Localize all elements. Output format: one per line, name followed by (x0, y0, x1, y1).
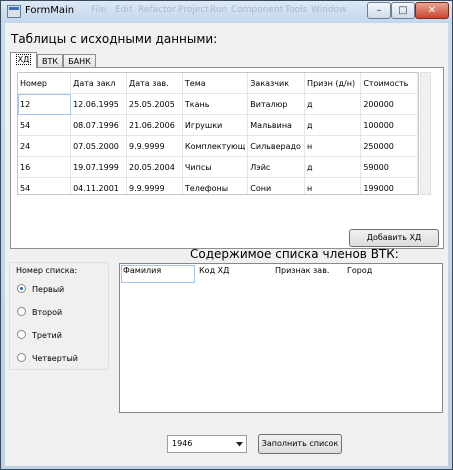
minimize-button[interactable]: – (367, 2, 391, 19)
table-cell[interactable]: 04.11.2001 (70, 177, 127, 194)
table-cell[interactable]: 08.07.1996 (70, 114, 127, 136)
table-cell[interactable]: 54 (18, 177, 72, 194)
table-cell[interactable]: 199000 (360, 177, 418, 194)
table-cell[interactable]: 20.05.2004 (126, 156, 183, 178)
table-cell[interactable]: 16 (18, 156, 72, 178)
window-title: FormMain (25, 5, 75, 16)
tab-bank[interactable]: БАНК (63, 54, 96, 68)
column-header[interactable]: Дата зав. (126, 73, 183, 94)
fill-list-button[interactable]: Заполнить список (258, 434, 342, 454)
minimize-icon: – (376, 5, 382, 16)
table-cell[interactable]: д (304, 114, 362, 136)
members-list-heading: Содержимое списка членов ВТК: (190, 247, 399, 261)
tab-bank-label: БАНК (68, 57, 91, 66)
tab-vtk-label: ВТК (41, 57, 59, 66)
radio-label: Первый (32, 285, 65, 294)
table-cell[interactable]: 59000 (360, 156, 418, 178)
source-tables-heading: Таблицы с исходными данными: (11, 32, 218, 46)
radio-circle-selected (17, 284, 26, 293)
radio-label: Третий (32, 331, 62, 340)
table-cell[interactable]: Телефоны (182, 177, 249, 194)
table-cell[interactable]: Игрушки (182, 114, 249, 136)
table-cell[interactable]: Сони (247, 177, 306, 194)
table-cell[interactable]: н (304, 177, 362, 194)
main-window: FormMain File Edit Refactor Project Run … (0, 0, 453, 470)
column-header-finish-flag[interactable]: Признак зав. (275, 266, 329, 275)
table-cell[interactable]: н (304, 135, 362, 157)
tab-vtk[interactable]: ВТК (37, 54, 63, 68)
tab-hd-label: ХД (15, 54, 32, 65)
radio-label: Второй (32, 308, 63, 317)
table-row[interactable]: 24 07.05.2000 9.9.9999 Комплектующ Сильв… (18, 135, 418, 157)
table-cell[interactable]: д (304, 93, 362, 115)
table-row[interactable]: 54 08.07.1996 21.06.2006 Игрушки Мальвин… (18, 114, 418, 136)
column-header[interactable]: Призн (д/н) (304, 73, 362, 94)
table-cell[interactable]: Ткань (182, 93, 249, 115)
radio-circle (17, 330, 26, 339)
column-header[interactable]: Тема (182, 73, 249, 94)
table-cell[interactable]: 24 (18, 135, 72, 157)
form-app-icon[interactable] (7, 5, 21, 18)
table-cell[interactable]: 19.07.1999 (70, 156, 127, 178)
ghost-menu-item: Refactor (138, 5, 176, 15)
maximize-button[interactable]: □ (391, 2, 415, 19)
add-hd-button[interactable]: Добавить ХД (349, 229, 439, 247)
table-cell[interactable]: Мальвина (247, 114, 306, 136)
ghost-menu-item: Tools (285, 5, 308, 15)
ghost-menu-item: File (91, 5, 107, 15)
radio-circle (17, 307, 26, 316)
form-client-area: Таблицы с исходными данными: ХД ВТК БАНК… (5, 23, 448, 466)
column-header[interactable]: Стоимость (360, 73, 418, 94)
table-cell[interactable]: д (304, 156, 362, 178)
hd-data-grid[interactable]: Номер Дата закл Дата зав. Тема Заказчик … (17, 72, 419, 195)
table-cell[interactable]: 100000 (360, 114, 418, 136)
table-cell[interactable]: 25.05.2005 (126, 93, 183, 115)
table-header-row: Номер Дата закл Дата зав. Тема Заказчик … (18, 73, 418, 94)
table-cell[interactable]: 12.06.1995 (70, 93, 127, 115)
grid-vertical-scrollbar[interactable] (420, 72, 431, 195)
ghost-menu-item: Project (178, 5, 209, 15)
table-cell[interactable]: 21.06.2006 (126, 114, 183, 136)
column-header[interactable]: Дата закл (70, 73, 127, 94)
ghost-menu-item: Window (311, 5, 347, 15)
column-header-surname[interactable]: Фамилия (123, 266, 161, 275)
ghost-menu-item: Edit (115, 5, 133, 15)
table-cell[interactable]: Сильверадо (247, 135, 306, 157)
table-row[interactable]: 16 19.07.1999 20.05.2004 Чипсы Лэйс д 59… (18, 156, 418, 178)
table-cell[interactable]: Чипсы (182, 156, 249, 178)
ghost-menu-item: Run (210, 5, 228, 15)
maximize-icon: □ (398, 5, 408, 16)
table-cell[interactable]: 9.9.9999 (126, 135, 183, 157)
table-cell[interactable]: 54 (18, 114, 72, 136)
list-number-label: Номер списка: (14, 266, 80, 275)
tab-panel-hd: Номер Дата закл Дата зав. Тема Заказчик … (10, 67, 444, 249)
close-icon: ✕ (427, 5, 437, 16)
table-row[interactable]: 12 12.06.1995 25.05.2005 Ткань Виталюр д… (18, 93, 418, 115)
table-cell[interactable]: 07.05.2000 (70, 135, 127, 157)
column-header-hd-code[interactable]: Код ХД (199, 266, 229, 275)
tab-hd[interactable]: ХД (10, 52, 37, 68)
table-cell[interactable]: Комплектующ (182, 135, 249, 157)
table-cell[interactable]: 12 (18, 93, 72, 115)
close-button[interactable]: ✕ (415, 2, 449, 19)
ghost-menu-item: Component (231, 5, 284, 15)
chevron-down-icon[interactable] (236, 442, 243, 447)
table-cell[interactable]: Виталюр (247, 93, 306, 115)
table-cell[interactable]: 200000 (360, 93, 418, 115)
hd-table: Номер Дата закл Дата зав. Тема Заказчик … (18, 73, 418, 194)
table-cell[interactable]: Лэйс (247, 156, 306, 178)
column-header-city[interactable]: Город (347, 266, 372, 275)
table-cell[interactable]: 9.9.9999 (126, 177, 183, 194)
table-row[interactable]: 54 04.11.2001 9.9.9999 Телефоны Сони н 1… (18, 177, 418, 194)
radio-label: Четвертый (32, 354, 78, 363)
year-combobox-value: 1946 (172, 439, 193, 448)
column-header[interactable]: Номер (18, 73, 72, 94)
year-combobox[interactable]: 1946 (167, 435, 247, 453)
title-bar[interactable]: FormMain File Edit Refactor Project Run … (1, 1, 452, 23)
radio-circle (17, 353, 26, 362)
table-cell[interactable]: 250000 (360, 135, 418, 157)
column-header[interactable]: Заказчик (247, 73, 306, 94)
members-list-view[interactable]: Фамилия Код ХД Признак зав. Город (119, 263, 443, 413)
